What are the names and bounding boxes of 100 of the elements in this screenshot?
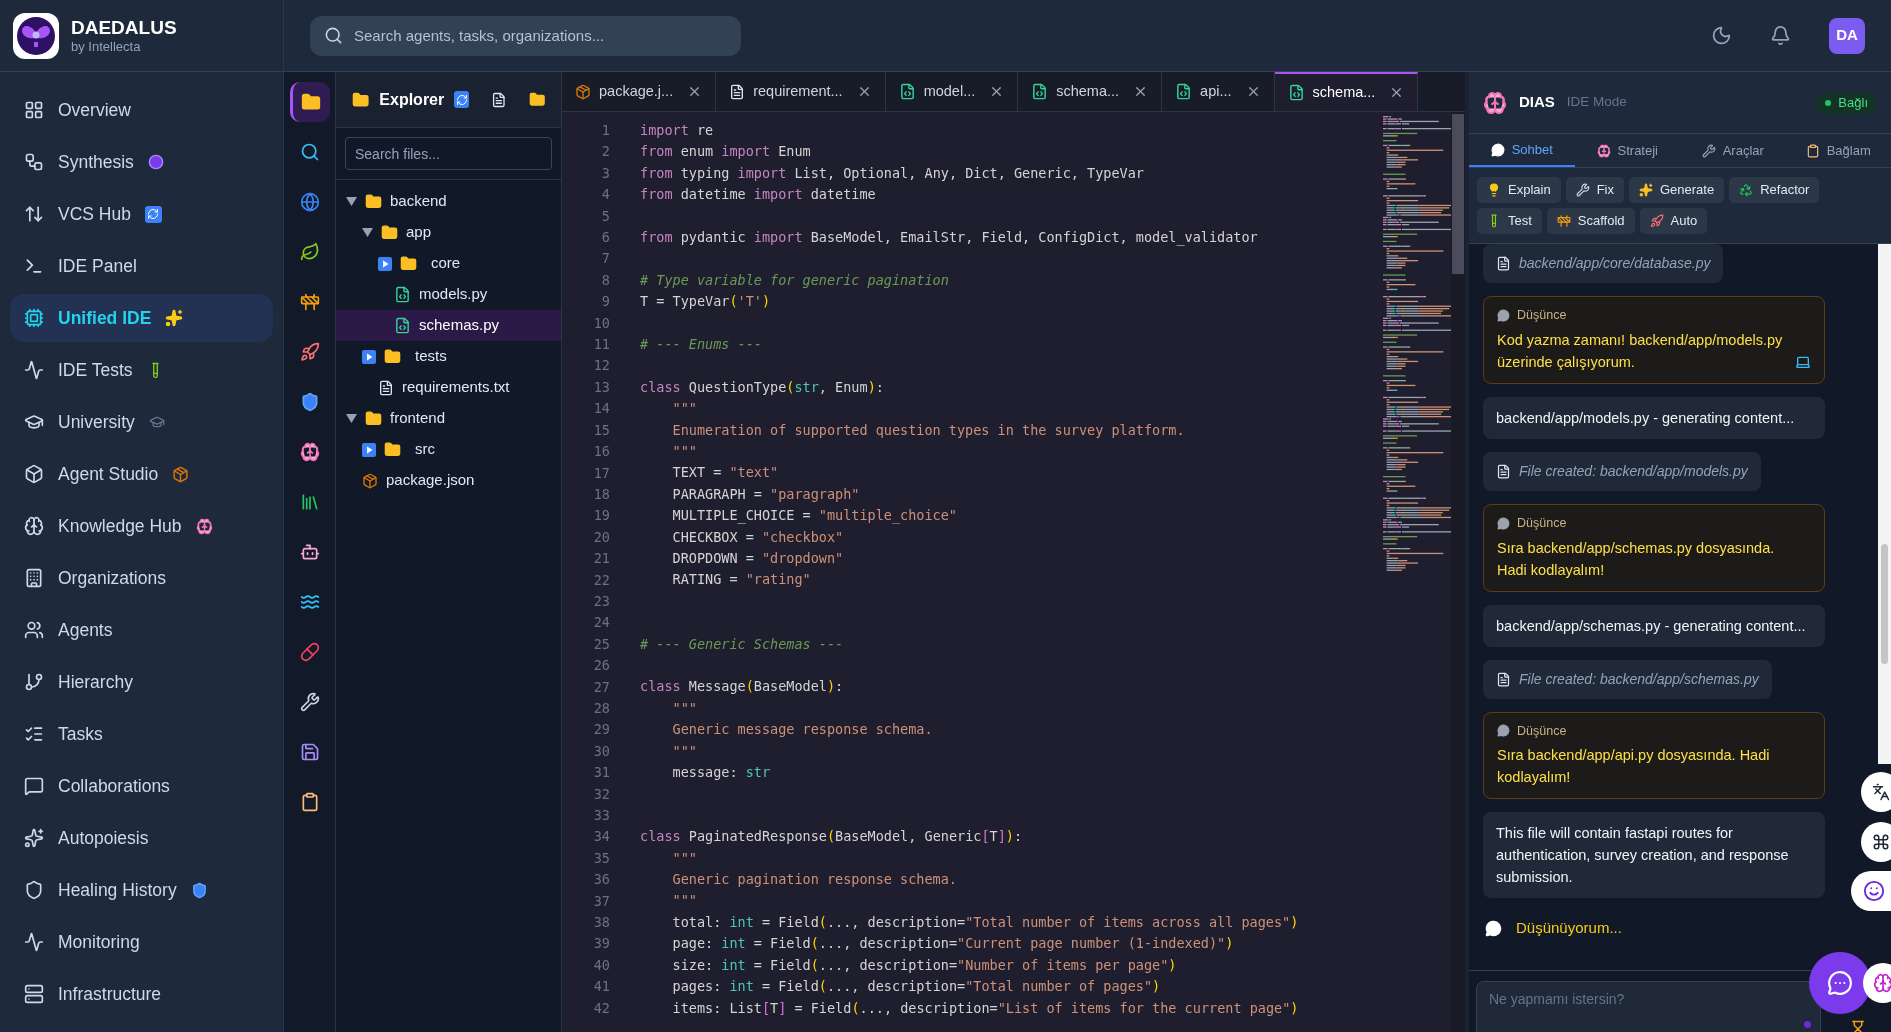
editor-tab[interactable]: model... [885,72,1019,111]
code-line: # Type variable for generic pagination [640,270,949,290]
assistant-title: DIAS [1519,92,1555,113]
translate-button[interactable] [1861,772,1891,812]
line-number: 4 [601,185,610,205]
action-chip[interactable]: Fix [1565,177,1624,203]
thought-bubble-icon [1497,516,1510,530]
search-field[interactable]: Search agents, tasks, organizations... [310,15,741,56]
file-row[interactable]: requirements.txt [336,372,561,403]
nav-item[interactable]: Monitoring [10,918,273,966]
nav-item[interactable]: IDE Panel [10,242,273,290]
action-chip[interactable]: Scaffold [1546,208,1635,234]
folder-row[interactable]: core [336,248,561,279]
nav-item[interactable]: Tasks [10,710,273,758]
notification-bell-icon[interactable] [1770,25,1791,46]
nav-item[interactable]: Autopoiesis [10,814,273,862]
file-search-field[interactable]: Search files... [345,137,552,170]
search-icon [324,25,343,45]
line-number: 1 [601,121,610,140]
moon-icon[interactable] [1711,25,1732,46]
action-chip[interactable]: Generate [1629,177,1725,203]
folder-row[interactable]: app [336,217,561,248]
assistant-tab[interactable]: Bağlam [1785,134,1891,167]
arrows-icon [24,204,44,224]
file-row[interactable]: models.py [336,279,561,310]
code-line: Generic message response schema. [671,720,933,740]
expand-arrow-icon[interactable] [362,228,373,237]
nav-item[interactable]: Collaborations [10,762,273,810]
file-row[interactable]: package.json [336,465,561,496]
nav-item[interactable]: Overview [10,86,273,134]
code-line: """ [671,848,697,868]
file-row[interactable]: schemas.py [336,310,561,341]
line-number: 6 [601,228,610,248]
folder-icon [384,348,401,365]
assistant-tab[interactable]: Araçlar [1680,134,1786,167]
folder-row[interactable]: backend [336,186,561,217]
editor-tab[interactable]: schema... [1018,72,1163,111]
folder-row[interactable]: tests [336,341,561,372]
assistant-face-button[interactable] [1851,871,1891,911]
editor-tab[interactable]: schema... [1274,72,1419,111]
nav-item[interactable]: University [10,398,273,446]
action-chip[interactable]: Explain [1477,177,1561,203]
new-folder-icon[interactable] [528,90,545,109]
search-icon [299,142,320,162]
code-file-icon [1287,84,1305,101]
code-line: """ [671,698,697,718]
action-chip[interactable]: Refactor [1729,177,1820,203]
nav-item[interactable]: Agent Studio [10,450,273,498]
pulse-icon [24,932,44,952]
nav-item[interactable]: Unified IDE [10,294,273,342]
action-chip[interactable]: Test [1477,208,1542,234]
brain-button[interactable] [1863,963,1891,1003]
folder-row[interactable]: src [336,434,561,465]
robot-icon [299,542,320,562]
nav-item[interactable]: Healing History [10,866,273,914]
line-number: 25 [593,634,610,654]
play-icon[interactable] [362,349,376,364]
expand-arrow-icon[interactable] [346,197,357,206]
line-number: 12 [593,356,610,376]
file-created-note: File created: backend/app/models.py [1519,461,1748,481]
play-icon[interactable] [362,442,376,457]
line-number: 37 [593,891,610,911]
assistant-tab[interactable]: Strateji [1574,134,1680,167]
nav-item[interactable]: Hierarchy [10,658,273,706]
activity-button[interactable] [289,82,330,122]
command-button[interactable] [1861,822,1891,862]
nav-item[interactable]: IDE Tests [10,346,273,394]
line-number: 24 [593,613,610,633]
thought-label: Düşünce [1517,514,1567,532]
action-chip[interactable]: Auto [1639,208,1708,234]
message-card: backend/app/schemas.py - generating content... [1483,604,1825,647]
code-line: pages: int = Field(..., description="Total number of pages") [671,977,1161,997]
nav-item[interactable]: VCS Hub [10,190,273,238]
code-file-icon [1175,83,1193,100]
user-avatar[interactable]: DA [1829,17,1865,54]
users-icon [24,620,44,640]
folder-row[interactable]: frontend [336,403,561,434]
scrollbar[interactable] [1878,244,1891,764]
tools-icon [1701,143,1716,158]
nav-item[interactable]: Knowledge Hub [10,502,273,550]
nav-item[interactable]: Infrastructure [10,970,273,1018]
nav-item[interactable]: Organizations [10,554,273,602]
code-line: Generic pagination response schema. [671,870,957,890]
line-number: 33 [593,806,610,825]
thought-label: Düşünce [1517,307,1567,324]
new-file-icon[interactable] [490,90,507,109]
scrollbar[interactable] [1451,112,1465,1032]
nav-item[interactable]: Synthesis [10,138,273,186]
document-icon [1496,463,1511,479]
line-number: 13 [593,377,610,397]
file-created-note: File created: backend/app/schemas.py [1519,669,1759,689]
expand-arrow-icon[interactable] [346,414,357,423]
editor-tab[interactable]: requirement... [716,72,886,111]
play-icon[interactable] [378,256,392,271]
refresh-icon[interactable] [454,91,469,108]
building-icon [24,568,44,588]
editor-tab[interactable]: api... [1162,72,1275,111]
editor-tab[interactable]: package.j... [562,72,717,111]
message-input[interactable]: Ne yapmamı istersin? [1476,981,1821,1032]
nav-item[interactable]: Agents [10,606,273,654]
